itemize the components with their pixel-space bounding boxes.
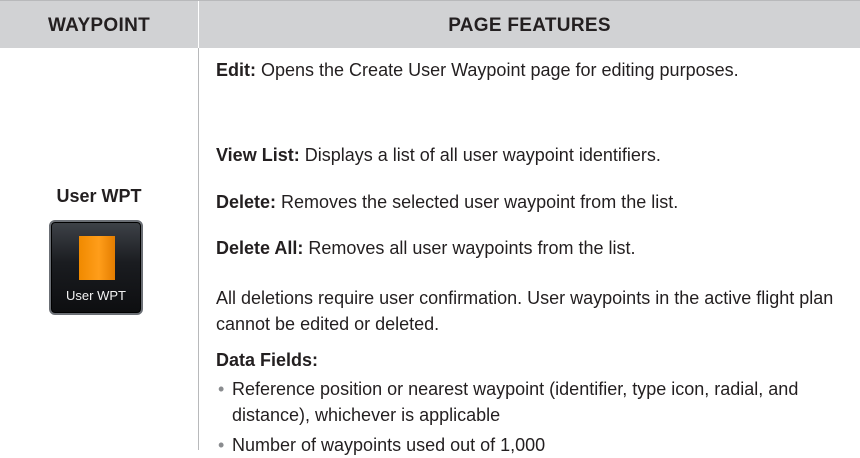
feature-delete-all: Delete All: Removes all user waypoints f… (216, 235, 846, 261)
feature-term: View List: (216, 145, 300, 165)
feature-term: Delete: (216, 192, 277, 212)
bullet-icon: • (218, 379, 225, 399)
user-wpt-button[interactable]: User WPT (49, 220, 143, 315)
feature-text: Removes the selected user waypoint from … (276, 192, 679, 212)
feature-text: Removes all user waypoints from the list… (303, 238, 636, 258)
waypoint-cell: User WPT User WPT (0, 48, 198, 450)
waypoint-feature-table: WAYPOINT PAGE FEATURES User WPT User WPT… (0, 0, 860, 455)
feature-text: Displays a list of all user waypoint ide… (299, 145, 661, 165)
orange-square-icon (79, 236, 115, 280)
feature-term: Delete All: (216, 238, 304, 258)
data-field-item: • Number of waypoints used out of 1,000 (216, 432, 846, 458)
table-header-row: WAYPOINT PAGE FEATURES (0, 0, 860, 49)
waypoint-name: User WPT (56, 186, 142, 206)
header-waypoint: WAYPOINT (48, 15, 150, 36)
column-divider (198, 48, 199, 450)
data-fields-heading: Data Fields: (216, 350, 319, 370)
feature-view-list: View List: Displays a list of all user w… (216, 142, 846, 168)
feature-edit: Edit: Opens the Create User Waypoint pag… (216, 57, 846, 83)
header-page-features: PAGE FEATURES (448, 15, 611, 36)
user-wpt-button-label: User WPT (66, 288, 126, 303)
feature-delete: Delete: Removes the selected user waypoi… (216, 189, 846, 215)
feature-text: Opens the Create User Waypoint page for … (256, 60, 739, 80)
feature-term: Edit: (216, 60, 256, 80)
deletion-note: All deletions require user confirmation.… (216, 288, 834, 334)
data-field-item: • Reference position or nearest waypoint… (216, 376, 846, 428)
bullet-icon: • (218, 435, 225, 455)
